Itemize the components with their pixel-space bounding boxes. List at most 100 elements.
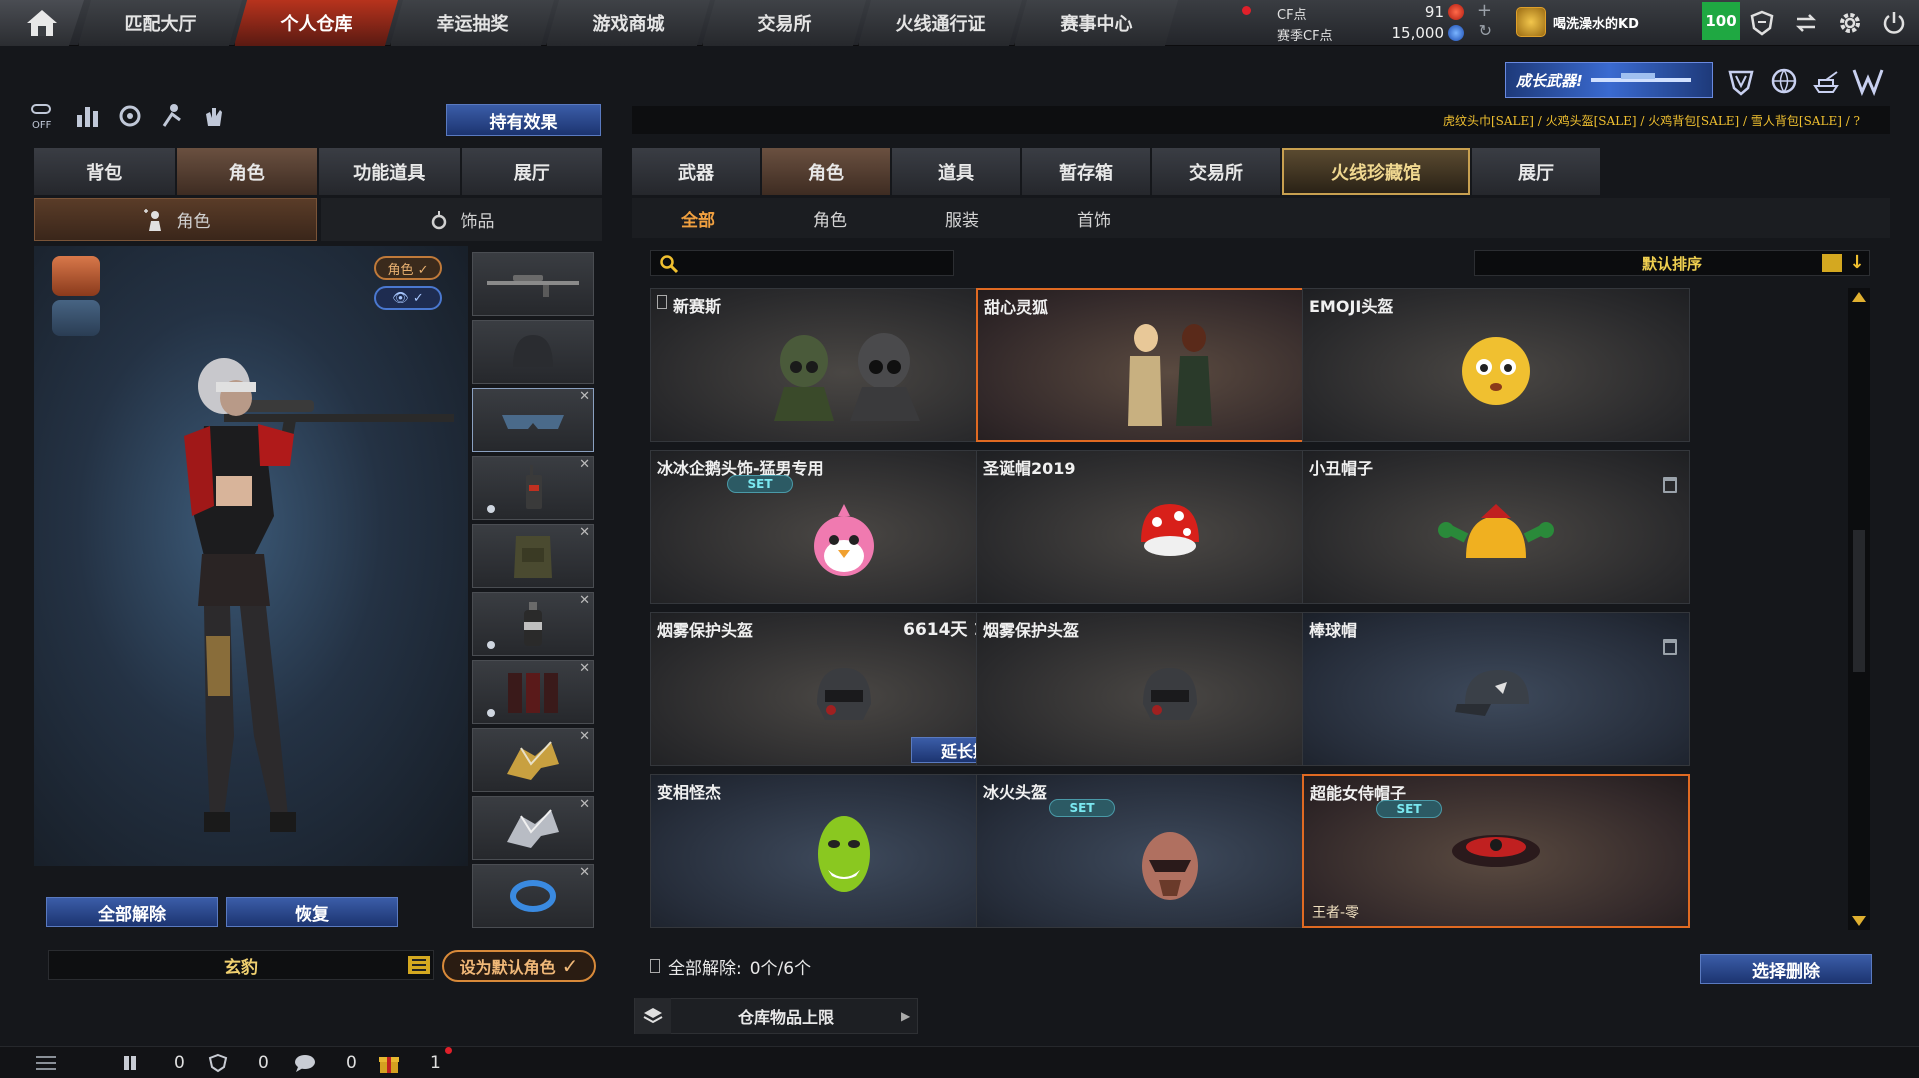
role-toggle[interactable]: 角色 ✓ [374,256,442,280]
add-cf-icon[interactable]: + [1477,0,1492,21]
character-name[interactable]: 玄豹 [48,950,434,980]
left-subtab-character[interactable]: 角色 [34,198,317,241]
nav-tab-lucky-draw[interactable]: 幸运抽奖 [390,0,554,46]
set-default-character-button[interactable]: 设为默认角色 ✓ [442,950,596,982]
nav-tab-match-lobby[interactable]: 匹配大厅 [78,0,242,46]
menu-icon[interactable] [408,956,430,974]
pose-icon[interactable] [156,100,188,132]
gear-icon[interactable] [1831,4,1869,42]
subtab-all[interactable]: 全部 [632,198,764,238]
user-info[interactable]: 喝洗澡水的KD [1516,3,1701,43]
slot-helmet-empty[interactable] [472,320,594,384]
left-tab-backpack[interactable]: 背包 [34,148,175,195]
restore-button[interactable]: 恢复 [226,897,398,927]
rotate-icon[interactable] [114,100,146,132]
subtab-accessories[interactable]: 首饰 [1028,198,1160,238]
nav-tab-exchange[interactable]: 交易所 [702,0,866,46]
item-card[interactable]: 小丑帽子 [1302,450,1690,604]
close-icon[interactable]: ✕ [579,389,590,404]
shield-icon[interactable] [1743,4,1781,42]
subtab-clothing[interactable]: 服装 [896,198,1028,238]
nav-tab-tournament[interactable]: 赛事中心 [1014,0,1178,46]
slot-spray-silver[interactable]: ✕ [472,796,594,860]
sort-order-icon[interactable]: ↓ [1848,252,1866,274]
nav-tab-battle-pass[interactable]: 火线通行证 [858,0,1022,46]
character-preview[interactable]: 角色 ✓ 👁 ✓ [34,246,468,866]
close-icon[interactable]: ✕ [579,525,590,540]
guard-status[interactable]: 0 [208,1051,269,1075]
scroll-thumb[interactable] [1853,530,1865,672]
select-delete-button[interactable]: 选择删除 [1700,954,1872,984]
tab-showroom[interactable]: 展厅 [1472,148,1600,195]
unequip-all-button[interactable]: 全部解除 [46,897,218,927]
sort-dropdown[interactable]: 默认排序 [1474,250,1870,276]
slot-bottle[interactable]: ✕ [472,592,594,656]
power-icon[interactable] [1875,4,1913,42]
left-tab-function-items[interactable]: 功能道具 [319,148,460,195]
owner-label: 王者-零 [1312,905,1360,921]
friends-status[interactable]: 0 [122,1051,185,1075]
tab-exchange[interactable]: 交易所 [1152,148,1280,195]
set-badge: SET [727,475,793,493]
chat-status[interactable]: 0 [294,1051,357,1075]
stats-icon[interactable] [72,100,104,132]
globe-emblem-icon[interactable] [1767,64,1801,98]
trash-icon[interactable] [1663,477,1677,493]
growth-weapon-banner[interactable]: 成长武器! [1505,62,1713,98]
slot-goggles[interactable]: ✕ [472,388,594,452]
list-icon[interactable] [36,1051,56,1075]
switch-icon[interactable] [1787,4,1825,42]
v-emblem-icon[interactable] [1724,64,1758,98]
close-icon[interactable]: ✕ [579,797,590,812]
item-scrollbar[interactable] [1848,288,1870,930]
left-tab-showroom[interactable]: 展厅 [461,148,602,195]
tab-vault[interactable]: 火线珍藏馆 [1282,148,1470,195]
left-tab-character[interactable]: 角色 [176,148,317,195]
trash-icon[interactable] [1663,639,1677,655]
scroll-down-icon[interactable] [1852,916,1866,926]
slot-primary-weapon[interactable] [472,252,594,316]
smoke-helmet-icon [817,668,871,721]
close-icon[interactable]: ✕ [579,593,590,608]
item-card[interactable]: 棒球帽 [1302,612,1690,766]
close-icon[interactable]: ✕ [579,865,590,880]
gift-status[interactable]: 1 [378,1051,441,1075]
toggle-off-icon[interactable]: OFF [30,100,62,132]
hand-icon[interactable] [198,100,230,132]
close-icon[interactable]: ✕ [579,661,590,676]
w-emblem-icon[interactable] [1851,64,1885,98]
home-button[interactable] [0,0,84,46]
storage-limit-label: 仓库物品上限 [737,1008,834,1027]
left-subtab-accessory[interactable]: 饰品 [321,198,602,241]
list-view-icon[interactable] [1822,254,1842,272]
close-icon[interactable]: ✕ [579,457,590,472]
tab-temp-box[interactable]: 暂存箱 [1022,148,1150,195]
item-card[interactable]: 超能女侍帽子 SET 王者-零 [1302,774,1690,928]
close-icon[interactable]: ✕ [579,729,590,744]
tab-items[interactable]: 道具 [892,148,1020,195]
holding-effects-button[interactable]: 持有效果 [446,104,601,136]
bookmark-icon[interactable] [650,959,660,973]
subtab-character[interactable]: 角色 [764,198,896,238]
visibility-toggle[interactable]: 👁 ✓ [374,286,442,310]
slot-ring[interactable]: ✕ [472,864,594,928]
slot-radio[interactable]: ✕ [472,456,594,520]
emblem-icon[interactable] [52,256,100,296]
tab-character[interactable]: 角色 [762,148,890,195]
nav-tab-personal-storage[interactable]: 个人仓库 [234,0,398,46]
storage-limit-bar[interactable]: 仓库物品上限 ▶ [634,998,918,1034]
gift-notification-dot [445,1047,452,1054]
sale-ticker[interactable]: 虎纹头巾[SALE] / 火鸡头盔[SALE] / 火鸡背包[SALE] / 雪… [632,106,1890,134]
tab-weapons[interactable]: 武器 [632,148,760,195]
slot-vest[interactable]: ✕ [472,524,594,588]
slot-ammo-pouch[interactable]: ✕ [472,660,594,724]
emblem-secondary-icon[interactable] [52,300,100,336]
scroll-up-icon[interactable] [1852,292,1866,302]
item-card[interactable]: EMOJI头盔 [1302,288,1690,442]
tank-emblem-icon[interactable] [1809,64,1843,98]
slot-spray-gold[interactable]: ✕ [472,728,594,792]
search-input[interactable] [650,250,954,276]
refresh-icon[interactable]: ↻ [1479,21,1492,40]
nav-tab-game-store[interactable]: 游戏商城 [546,0,710,46]
bookmark-icon[interactable] [657,295,667,309]
